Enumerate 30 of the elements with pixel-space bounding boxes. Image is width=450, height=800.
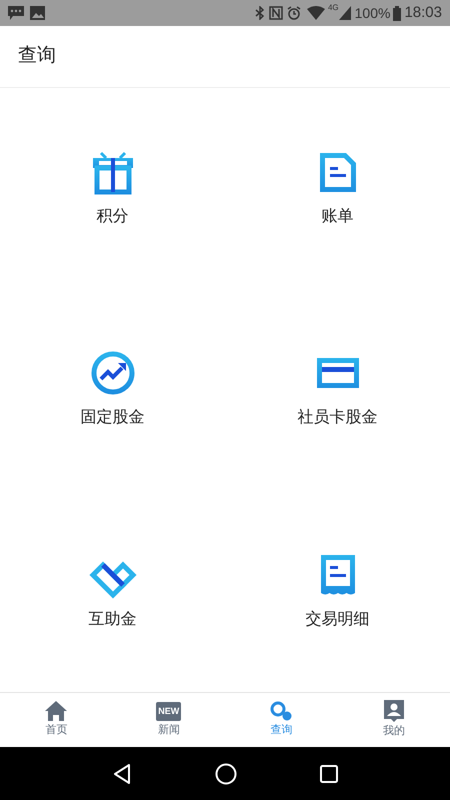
recents-icon[interactable] [320,764,338,782]
nfc-icon [268,6,283,20]
battery-label: 100% [354,4,390,22]
news-badge: NEW [156,702,182,721]
trend-chart-icon[interactable] [88,349,136,398]
tab[interactable]: 首页 [0,693,112,747]
wifi-icon [306,6,325,20]
tab[interactable]: 我的 [338,693,450,747]
page-title: 查询 [18,44,56,68]
bluetooth-icon [254,6,265,20]
image-icon [30,6,45,20]
menu-label[interactable]: 交易明细 [306,608,370,632]
menu-label[interactable]: 固定股金 [80,406,144,430]
back-icon[interactable] [112,762,132,784]
tab[interactable]: NEW 新闻 [112,693,225,747]
menu-label[interactable]: 积分 [96,205,128,229]
network-label: 4G [328,2,339,14]
home-icon [45,701,68,722]
menu-label[interactable]: 社员卡股金 [298,406,378,430]
clock: 18:03 [404,2,442,23]
tab[interactable]: 查询 [225,693,338,747]
alarm-icon [286,6,301,20]
menu-label[interactable]: 互助金 [88,608,136,632]
message-icon [8,6,24,20]
search-icon [270,701,292,722]
menu-label[interactable]: 账单 [322,205,354,229]
profile-icon [384,700,404,722]
battery-icon [393,6,402,20]
home-button-icon[interactable] [214,762,237,784]
signal-icon [338,6,351,20]
